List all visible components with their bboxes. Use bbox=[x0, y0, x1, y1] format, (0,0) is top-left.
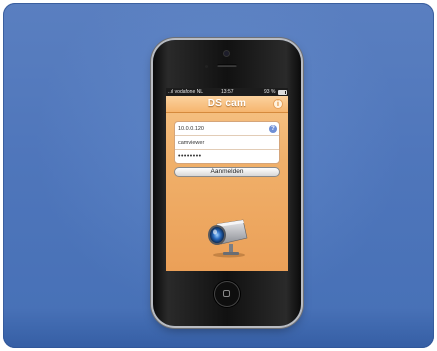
navigation-bar: DS cam i bbox=[166, 96, 288, 113]
username-field[interactable]: camviewer bbox=[175, 136, 279, 150]
status-bar: ..ıl vodafone NL 13:57 93 % bbox=[166, 88, 288, 96]
battery-percent: 93 % bbox=[264, 89, 276, 95]
app-screen: ..ıl vodafone NL 13:57 93 % DS cam i 10.… bbox=[166, 88, 288, 271]
login-button[interactable]: Aanmelden bbox=[174, 167, 280, 177]
clock: 13:57 bbox=[221, 89, 234, 95]
home-button[interactable] bbox=[214, 281, 240, 307]
info-icon[interactable]: i bbox=[273, 99, 283, 109]
login-form: 10.0.0.120 ? camviewer •••••••• bbox=[174, 121, 280, 164]
carrier-label: ..ıl vodafone NL bbox=[168, 89, 204, 95]
sensor-dot bbox=[205, 65, 208, 68]
earpiece-speaker bbox=[217, 64, 237, 67]
front-camera-icon bbox=[224, 51, 229, 56]
password-field[interactable]: •••••••• bbox=[175, 150, 279, 164]
host-field[interactable]: 10.0.0.120 bbox=[175, 122, 279, 136]
app-title: DS cam bbox=[207, 98, 247, 109]
battery-icon bbox=[278, 90, 287, 95]
presentation-frame: ..ıl vodafone NL 13:57 93 % DS cam i 10.… bbox=[3, 3, 434, 348]
camera-icon bbox=[208, 219, 248, 258]
home-square-icon bbox=[223, 290, 230, 297]
help-icon[interactable]: ? bbox=[269, 125, 277, 133]
iphone-device: ..ıl vodafone NL 13:57 93 % DS cam i 10.… bbox=[153, 40, 301, 326]
